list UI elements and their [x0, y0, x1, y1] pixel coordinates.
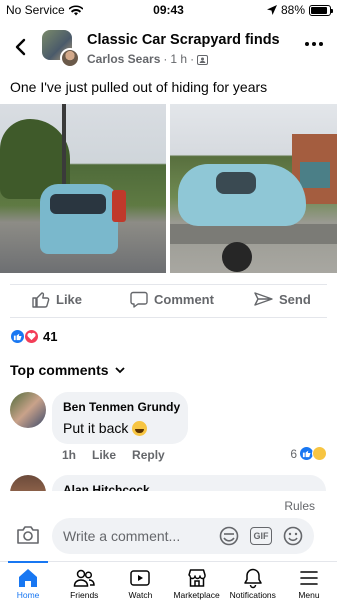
- comment-button[interactable]: Comment: [130, 291, 214, 308]
- meta-dot: ·: [163, 52, 168, 66]
- status-right: 88%: [266, 3, 333, 17]
- author-name[interactable]: Carlos Sears: [87, 52, 160, 66]
- send-label: Send: [279, 291, 311, 307]
- comment-label: Comment: [154, 292, 214, 307]
- post-time[interactable]: 1 h: [170, 52, 187, 66]
- group-name[interactable]: Classic Car Scrapyard finds: [87, 32, 280, 48]
- rules-link[interactable]: Rules: [284, 499, 315, 513]
- tab-label: Friends: [70, 590, 99, 600]
- haha-reaction-icon: [312, 446, 327, 461]
- comment-meta: 1h Like Reply: [62, 448, 165, 462]
- comment-reactions[interactable]: 6: [290, 446, 327, 461]
- post-text: One I've just pulled out of hiding for y…: [10, 79, 268, 95]
- bottom-tab-bar: Home Friends Watch Marketplace Notificat…: [0, 561, 337, 600]
- friends-icon: [73, 569, 96, 587]
- tab-home[interactable]: Home: [0, 561, 56, 600]
- comment-like-button[interactable]: Like: [92, 448, 116, 462]
- send-button[interactable]: Send: [254, 291, 311, 307]
- laughing-emoji-icon: [132, 420, 148, 436]
- post-photo-1[interactable]: [0, 104, 166, 273]
- post-photo-2[interactable]: [170, 104, 337, 273]
- comment-body: Put it back: [63, 420, 129, 436]
- gif-button[interactable]: GIF: [250, 527, 272, 545]
- love-reaction-icon: [24, 329, 39, 344]
- menu-icon: [300, 571, 318, 585]
- avatar-sticker-icon[interactable]: [218, 525, 240, 547]
- meta-dot: ·: [190, 52, 195, 66]
- tab-label: Watch: [128, 590, 153, 600]
- post-header: Classic Car Scrapyard finds Carlos Sears…: [0, 28, 337, 72]
- back-arrow-icon[interactable]: [10, 36, 32, 58]
- bell-icon: [244, 568, 262, 589]
- battery-icon: [309, 4, 333, 16]
- like-reaction-icon: [10, 329, 25, 344]
- tab-notifications[interactable]: Notifications: [225, 562, 281, 600]
- camera-icon[interactable]: [16, 525, 40, 545]
- send-arrow-icon: [254, 292, 273, 306]
- comment-reaction-count: 6: [290, 446, 297, 461]
- comment-composer: Rules Write a comment... GIF: [0, 491, 337, 561]
- chevron-down-icon: [114, 366, 125, 373]
- comment-text: Put it back: [63, 420, 148, 436]
- tab-label: Menu: [298, 590, 320, 600]
- location-arrow-icon: [266, 5, 277, 15]
- battery-level: [311, 6, 327, 14]
- battery-percent: 88%: [280, 3, 305, 17]
- comment-time: 1h: [62, 448, 77, 462]
- post-meta: Carlos Sears · 1 h ·: [87, 52, 209, 66]
- author-avatar: [60, 48, 80, 68]
- like-button[interactable]: Like: [32, 291, 82, 308]
- top-comments-label: Top comments: [10, 362, 109, 378]
- status-bar: No Service 09:43 88%: [0, 0, 337, 20]
- emoji-icon[interactable]: [282, 525, 304, 547]
- comment-reply-button[interactable]: Reply: [132, 448, 165, 462]
- comment-input[interactable]: Write a comment... GIF: [52, 518, 314, 554]
- tab-label: Notifications: [229, 590, 276, 600]
- tab-watch[interactable]: Watch: [112, 562, 168, 600]
- thumbs-up-icon: [32, 292, 50, 308]
- commenter-avatar[interactable]: [10, 392, 46, 428]
- tab-friends[interactable]: Friends: [56, 562, 112, 600]
- reaction-count: 41: [43, 329, 58, 344]
- tab-marketplace[interactable]: Marketplace: [169, 562, 225, 600]
- post-photos: [0, 104, 337, 273]
- group-avatar[interactable]: [42, 30, 80, 68]
- marketplace-icon: [187, 569, 206, 587]
- tab-label: Home: [16, 590, 40, 600]
- watch-icon: [130, 570, 151, 586]
- reaction-summary[interactable]: 41: [10, 329, 57, 344]
- comment-bubble-icon: [130, 291, 148, 308]
- tab-label: Marketplace: [173, 590, 220, 600]
- post-action-bar: Like Comment Send: [10, 284, 327, 318]
- tab-menu[interactable]: Menu: [281, 562, 337, 600]
- more-options-icon[interactable]: [305, 42, 323, 46]
- comment-placeholder: Write a comment...: [63, 528, 181, 544]
- comment-bubble: Ben Tenmen Grundy Put it back: [52, 392, 188, 444]
- like-label: Like: [56, 292, 83, 307]
- home-icon: [19, 569, 38, 587]
- group-privacy-icon: [197, 54, 209, 65]
- commenter-name[interactable]: Ben Tenmen Grundy: [63, 400, 180, 414]
- top-comments-dropdown[interactable]: Top comments: [10, 362, 125, 378]
